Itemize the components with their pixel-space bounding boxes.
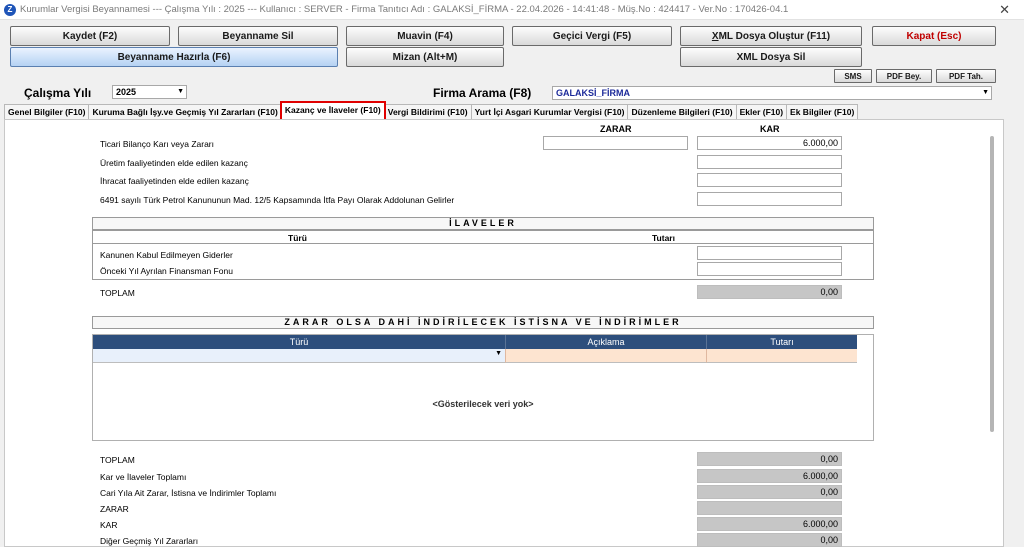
tab-additional-info[interactable]: Ek Bilgiler (F10) (786, 104, 859, 120)
tab-attachments[interactable]: Ekler (F10) (735, 104, 788, 120)
muavin-button[interactable]: Muavin (F4) (346, 26, 504, 46)
mizan-button[interactable]: Mizan (Alt+M) (346, 47, 504, 67)
grid-empty-message: <Gösterilecek veri yok> (432, 399, 534, 409)
additions-col-type: Türü (288, 233, 307, 243)
grid-new-row-type[interactable]: ▼ (93, 349, 505, 363)
pdf-accrual-button[interactable]: PDF Tah. (936, 69, 996, 83)
tab-general-info[interactable]: Genel Bilgiler (F10) (4, 104, 90, 120)
title-bar: Z Kurumlar Vergisi Beyannamesi --- Çalış… (0, 0, 1024, 20)
summary-loss-label: ZARAR (100, 504, 129, 514)
year-label: Çalışma Yılı (24, 86, 92, 100)
petroleum-income-field[interactable] (697, 192, 842, 206)
summary-total-label: TOPLAM (100, 455, 135, 465)
delete-xml-button[interactable]: XML Dosya Sil (680, 47, 862, 67)
summary-past-losses-field: 0,00 (697, 533, 842, 547)
row-label-non-deductible-expenses: Kanunen Kabul Edilmeyen Giderler (100, 250, 233, 260)
additions-title: İLAVELER (92, 217, 874, 230)
summary-deductions-field: 0,00 (697, 485, 842, 499)
deductions-title: ZARAR OLSA DAHİ İNDİRİLECEK İSTİSNA VE İ… (92, 316, 874, 329)
summary-profit-additions-field: 6.000,00 (697, 469, 842, 483)
app-icon: Z (4, 4, 16, 16)
row-label-commercial-profit: Ticari Bilanço Karı veya Zararı (100, 139, 214, 149)
chevron-down-icon[interactable]: ▼ (495, 350, 502, 357)
create-xml-button[interactable]: X ML Dosya Oluştur (F11) (680, 26, 862, 46)
row-label-prior-finance-fund: Önceki Yıl Ayrılan Finansman Fonu (100, 266, 233, 276)
additions-total-label: TOPLAM (100, 288, 135, 298)
row-label-production-income: Üretim faaliyetinden elde edilen kazanç (100, 158, 248, 168)
additions-col-amount: Tutarı (652, 233, 675, 243)
firm-search-label: Firma Arama (F8) (433, 86, 532, 100)
grid-header-description[interactable]: Açıklama (505, 335, 706, 349)
non-deductible-expenses-field[interactable] (697, 246, 842, 260)
tab-branches-past-losses[interactable]: Kuruma Bağlı İşy.ve Geçmiş Yıl Zararları… (88, 104, 282, 120)
scrollbar-thumb[interactable] (990, 136, 994, 432)
grid-header-type[interactable]: Türü (93, 335, 505, 349)
production-income-field[interactable] (697, 155, 842, 169)
pdf-return-button[interactable]: PDF Bey. (876, 69, 932, 83)
chevron-down-icon: ▼ (982, 89, 989, 96)
summary-profit-label: KAR (100, 520, 118, 530)
summary-profit-additions-label: Kar ve İlaveler Toplamı (100, 472, 187, 482)
tab-bar: Genel Bilgiler (F10) Kuruma Bağlı İşy.ve… (4, 101, 859, 121)
tab-edit-info[interactable]: Düzenleme Bilgileri (F10) (627, 104, 737, 120)
prior-finance-fund-field[interactable] (697, 262, 842, 276)
firm-search-select[interactable]: GALAKSİ_FİRMA ▼ (552, 86, 992, 100)
year-value: 2025 (116, 87, 137, 97)
summary-past-losses-label: Diğer Geçmiş Yıl Zararları (100, 536, 199, 546)
column-header-kar: KAR (760, 124, 780, 134)
tab-income-additions[interactable]: Kazanç ve İlaveler (F10) (279, 101, 386, 121)
chevron-down-icon: ▼ (177, 88, 184, 95)
column-header-zarar: ZARAR (600, 124, 632, 134)
save-button[interactable]: Kaydet (F2) (10, 26, 170, 46)
year-select[interactable]: 2025 ▼ (112, 85, 187, 99)
tab-domestic-minimum-tax[interactable]: Yurt İçi Asgari Kurumlar Vergisi (F10) (470, 104, 629, 120)
deductions-grid[interactable]: Türü Açıklama Tutarı ▼ <Gösterilecek ver… (92, 334, 874, 441)
row-label-export-income: İhracat faaliyetinden elde edilen kazanç (100, 176, 249, 186)
commercial-profit-field[interactable]: 6.000,00 (697, 136, 842, 150)
export-income-field[interactable] (697, 173, 842, 187)
tab-tax-notification[interactable]: Vergi Bildirimi (F10) (383, 104, 472, 120)
commercial-profit-loss-field[interactable] (543, 136, 688, 150)
grid-new-row-amount[interactable] (706, 349, 857, 363)
grid-new-row-description[interactable] (505, 349, 706, 363)
row-label-petroleum-income: 6491 sayılı Türk Petrol Kanununun Mad. 1… (100, 195, 455, 205)
sms-button[interactable]: SMS (834, 69, 872, 83)
create-xml-label: ML Dosya Oluştur (F11) (718, 30, 831, 42)
window-title: Kurumlar Vergisi Beyannamesi --- Çalışma… (20, 4, 789, 15)
grid-header-amount[interactable]: Tutarı (706, 335, 857, 349)
additions-total-field: 0,00 (697, 285, 842, 299)
prepare-return-button[interactable]: Beyanname Hazırla (F6) (10, 47, 338, 67)
delete-return-button[interactable]: Beyanname Sil (178, 26, 338, 46)
summary-profit-field: 6.000,00 (697, 517, 842, 531)
temporary-tax-button[interactable]: Geçici Vergi (F5) (512, 26, 672, 46)
summary-total-field: 0,00 (697, 452, 842, 466)
summary-loss-field (697, 501, 842, 515)
summary-deductions-label: Cari Yıla Ait Zarar, İstisna ve İndiriml… (100, 488, 277, 498)
close-button[interactable]: Kapat (Esc) (872, 26, 996, 46)
window-close-icon[interactable]: ✕ (999, 2, 1010, 18)
divider (92, 243, 874, 244)
firm-value: GALAKSİ_FİRMA (556, 88, 630, 98)
